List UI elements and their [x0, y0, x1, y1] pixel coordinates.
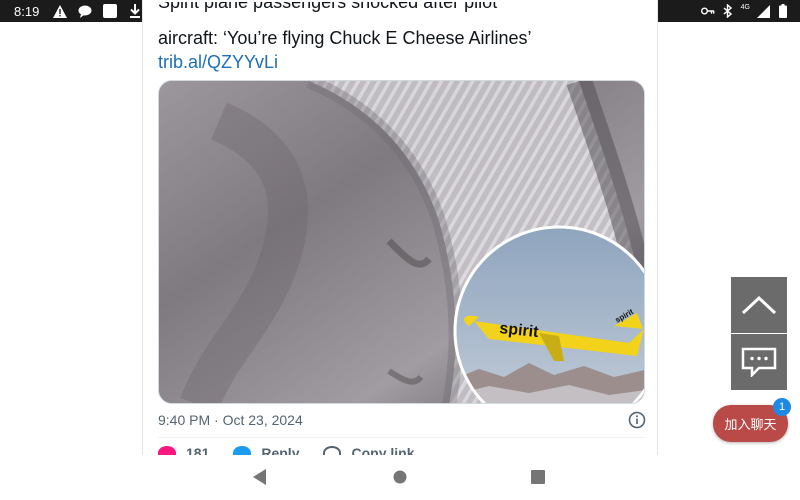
network-type: 4G — [740, 3, 750, 11]
tweet-meta: 9:40 PM · Oct 23, 2024 — [158, 410, 646, 430]
notification-badge: 1 — [773, 398, 791, 416]
scroll-top-button[interactable] — [731, 277, 787, 333]
tweet-media-image[interactable]: spirit spirit — [158, 80, 645, 404]
status-right-group: 4G — [700, 3, 790, 18]
chat-bubble-icon — [78, 4, 92, 18]
comment-icon — [741, 347, 777, 377]
battery-icon — [776, 4, 790, 18]
status-time: 8:19 — [14, 3, 40, 19]
tweet-text: Spirit plane passengers shocked after pi… — [158, 2, 648, 74]
warning-icon — [53, 4, 68, 18]
home-icon[interactable] — [390, 467, 410, 487]
comment-button[interactable] — [731, 334, 787, 390]
screen: 8:19 4G Spirit plane passengers shocked … — [0, 0, 800, 500]
media-illustration: spirit spirit — [159, 81, 644, 403]
info-icon[interactable] — [628, 411, 646, 429]
divider — [158, 437, 646, 438]
tweet-link[interactable]: trib.al/QZYYvLi — [158, 50, 648, 74]
vpn-key-icon — [700, 4, 715, 18]
back-icon[interactable] — [250, 467, 270, 487]
recents-icon[interactable] — [528, 467, 548, 487]
chevron-up-icon — [741, 295, 777, 315]
tweet-text-clipped-line: Spirit plane passengers shocked after pi… — [158, 2, 648, 26]
navigation-bar — [0, 455, 800, 500]
download-icon — [128, 4, 142, 18]
tweet-timestamp[interactable]: 9:40 PM · Oct 23, 2024 — [158, 412, 303, 428]
bluetooth-icon — [721, 4, 735, 18]
tweet-text-partial: Spirit plane passengers shocked after pi… — [158, 2, 498, 12]
tweet-card: Spirit plane passengers shocked after pi… — [142, 0, 658, 500]
app-square-icon — [103, 4, 118, 18]
signal-icon — [756, 4, 770, 18]
tweet-text-line: aircraft: ‘You’re flying Chuck E Cheese … — [158, 28, 532, 48]
